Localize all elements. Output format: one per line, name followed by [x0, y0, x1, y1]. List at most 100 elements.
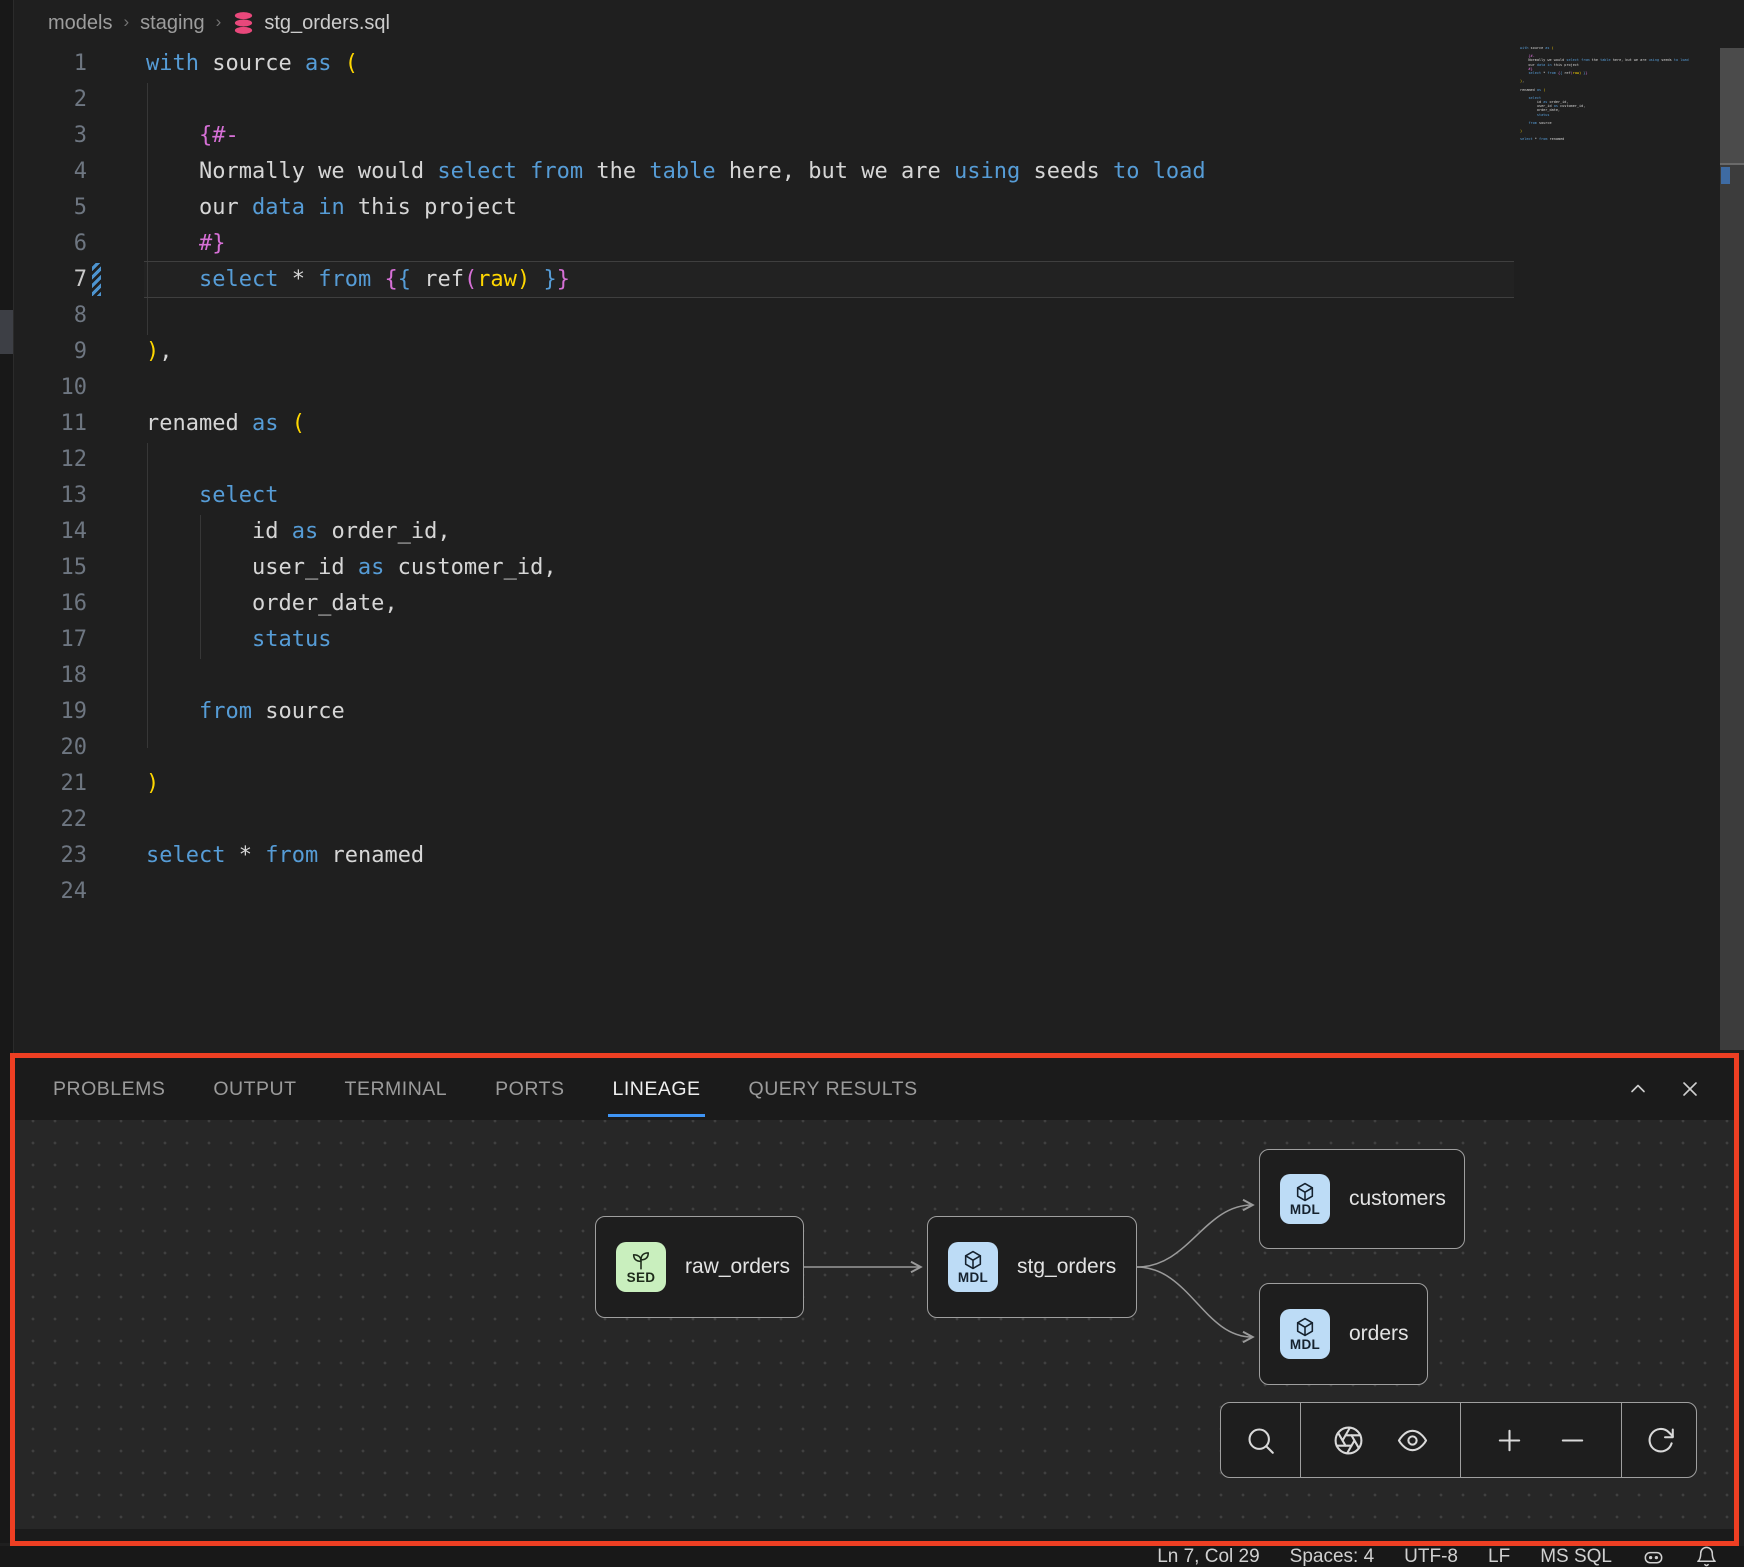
lineage-node-orders[interactable]: MDL orders [1259, 1283, 1428, 1385]
code-line-14[interactable]: 14 id as order_id, [14, 514, 1744, 550]
panel-tab-query-results[interactable]: QUERY RESULTS [749, 1058, 918, 1120]
sidebar-scroll-indicator[interactable] [0, 310, 13, 354]
bell-icon [1695, 1545, 1718, 1567]
breadcrumb-file[interactable]: stg_orders.sql [232, 11, 390, 35]
eye-button[interactable] [1397, 1425, 1428, 1456]
panel-tab-ports[interactable]: PORTS [495, 1058, 564, 1120]
search-button[interactable] [1245, 1425, 1276, 1456]
code-line-16[interactable]: 16 order_date, [14, 586, 1744, 622]
code-line-19[interactable]: 19 from source [14, 694, 1744, 730]
panel-tab-terminal[interactable]: TERMINAL [345, 1058, 448, 1120]
chevron-up-icon [1626, 1077, 1650, 1101]
code-line-24[interactable]: 24 [14, 874, 1744, 910]
line-number: 7 [14, 262, 87, 298]
breadcrumb-item-staging[interactable]: staging [140, 12, 205, 35]
status-spaces-4[interactable]: Spaces: 4 [1290, 1546, 1375, 1567]
lineage-canvas[interactable]: SED raw_orders MDL stg_orders MDL custom… [15, 1120, 1734, 1529]
refresh-icon [1645, 1425, 1676, 1456]
line-number: 23 [14, 838, 87, 874]
code-line-13[interactable]: 13 select [14, 478, 1744, 514]
code-line-21[interactable]: 21) [14, 766, 1744, 802]
refresh-button[interactable] [1645, 1425, 1676, 1456]
zoom-out-button[interactable] [1557, 1425, 1588, 1456]
minimap[interactable]: with source as ( {#- Normally we would s… [1520, 46, 1706, 146]
breadcrumb-separator: › [216, 12, 222, 32]
code-line-23[interactable]: 23select * from renamed [14, 838, 1744, 874]
line-number: 15 [14, 550, 87, 586]
panel-tab-problems[interactable]: PROBLEMS [53, 1058, 165, 1120]
code-line-12[interactable]: 12 [14, 442, 1744, 478]
copilot-status[interactable] [1642, 1545, 1665, 1567]
search-icon [1245, 1425, 1276, 1456]
panel-tab-lineage[interactable]: LINEAGE [612, 1058, 700, 1120]
status-utf-8[interactable]: UTF-8 [1404, 1546, 1458, 1567]
maximize-panel-button[interactable] [1626, 1077, 1650, 1101]
close-panel-button[interactable] [1678, 1077, 1702, 1101]
node-label: raw_orders [685, 1255, 790, 1279]
code-line-10[interactable]: 10 [14, 370, 1744, 406]
line-number: 21 [14, 766, 87, 802]
toolbar-section [1461, 1403, 1622, 1477]
node-badge-seed: SED [616, 1242, 666, 1292]
code-line-2[interactable]: 2 [14, 82, 1744, 118]
lineage-node-customers[interactable]: MDL customers [1259, 1149, 1465, 1249]
node-badge-label: MDL [958, 1270, 988, 1285]
code-line-3[interactable]: 3 {#- [14, 118, 1744, 154]
code-line-18[interactable]: 18 [14, 658, 1744, 694]
node-label: stg_orders [1017, 1255, 1116, 1279]
line-number: 1 [14, 46, 87, 82]
code-line-17[interactable]: 17 status [14, 622, 1744, 658]
breadcrumb-item-models[interactable]: models [48, 12, 112, 35]
code-line-4[interactable]: 4 Normally we would select from the tabl… [14, 154, 1744, 190]
zoom-out-icon [1557, 1425, 1588, 1456]
code-line-7[interactable]: 7 select * from {{ ref(raw) }} [14, 262, 1744, 298]
breadcrumb: models › staging › stg_orders.sql [14, 0, 1744, 46]
status-ms-sql[interactable]: MS SQL [1540, 1546, 1612, 1567]
code-line-1[interactable]: 1with source as ( [14, 46, 1744, 82]
zoom-in-icon [1494, 1425, 1525, 1456]
status-ln-7-col-29[interactable]: Ln 7, Col 29 [1157, 1546, 1259, 1567]
line-number: 5 [14, 190, 87, 226]
code-line-20[interactable]: 20 [14, 730, 1744, 766]
line-number: 8 [14, 298, 87, 334]
editor-scrollbar[interactable] [1720, 48, 1744, 1050]
scrollbar-change-marker [1721, 167, 1730, 184]
toolbar-section [1622, 1403, 1697, 1477]
line-number: 14 [14, 514, 87, 550]
code-line-11[interactable]: 11renamed as ( [14, 406, 1744, 442]
scrollbar-thumb[interactable] [1720, 48, 1744, 165]
node-label: customers [1349, 1187, 1446, 1211]
toolbar-section [1221, 1403, 1301, 1477]
line-number: 16 [14, 586, 87, 622]
node-badge-label: MDL [1290, 1202, 1320, 1217]
code-line-8[interactable]: 8 [14, 298, 1744, 334]
code-line-15[interactable]: 15 user_id as customer_id, [14, 550, 1744, 586]
cube-icon [1294, 1181, 1316, 1203]
notifications-bell[interactable] [1695, 1545, 1718, 1567]
line-number: 13 [14, 478, 87, 514]
cube-icon [1294, 1316, 1316, 1338]
line-number: 22 [14, 802, 87, 838]
aperture-button[interactable] [1333, 1425, 1364, 1456]
lineage-node-raw_orders[interactable]: SED raw_orders [595, 1216, 804, 1318]
code-line-5[interactable]: 5 our data in this project [14, 190, 1744, 226]
status-lf[interactable]: LF [1488, 1546, 1510, 1567]
status-bar: Ln 7, Col 29 Spaces: 4 UTF-8 LF MS SQL [0, 1546, 1744, 1567]
panel-tab-output[interactable]: OUTPUT [213, 1058, 296, 1120]
lineage-node-stg_orders[interactable]: MDL stg_orders [927, 1216, 1137, 1318]
panel-actions [1626, 1077, 1734, 1101]
line-number: 6 [14, 226, 87, 262]
toolbar-section [1301, 1403, 1461, 1477]
node-badge-model: MDL [1280, 1309, 1330, 1359]
lineage-toolbar [1220, 1402, 1697, 1478]
code-line-6[interactable]: 6 #} [14, 226, 1744, 262]
panel-tab-bar: PROBLEMS OUTPUT TERMINAL PORTS LINEAGE QUERY … [15, 1058, 1734, 1120]
line-number: 3 [14, 118, 87, 154]
code-line-9[interactable]: 9), [14, 334, 1744, 370]
zoom-in-button[interactable] [1494, 1425, 1525, 1456]
node-label: orders [1349, 1322, 1409, 1346]
line-number: 12 [14, 442, 87, 478]
code-editor[interactable]: 1with source as (23 {#-4 Normally we wou… [14, 46, 1744, 1053]
code-line-22[interactable]: 22 [14, 802, 1744, 838]
breadcrumb-separator: › [123, 12, 129, 32]
